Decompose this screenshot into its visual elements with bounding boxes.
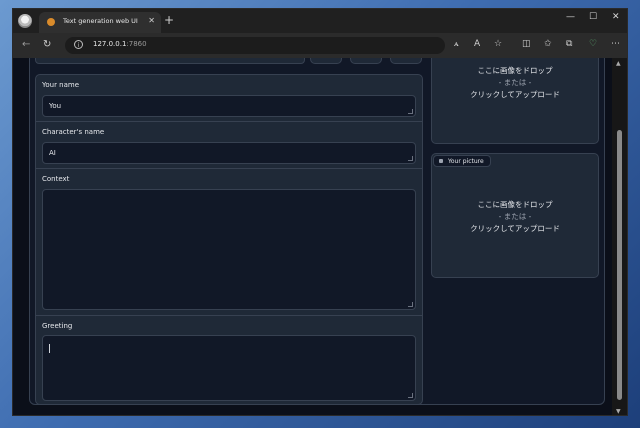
character-name-label: Character's name bbox=[42, 128, 105, 136]
your-name-input[interactable]: You bbox=[42, 95, 416, 117]
tab-title: Text generation web UI bbox=[63, 17, 138, 25]
resize-grip-icon[interactable] bbox=[408, 302, 413, 307]
more-menu-icon[interactable]: ⋯ bbox=[611, 39, 620, 49]
browser-window: Text generation web UI ✕ + — ☐ ✕ ← ↻ i 1… bbox=[12, 8, 628, 416]
page-scrollbar[interactable]: ▲ ▼ bbox=[612, 58, 627, 415]
url-text: 127.0.0.1:7860 bbox=[93, 40, 147, 48]
tab-bar: Text generation web UI ✕ + — ☐ ✕ bbox=[13, 9, 627, 33]
character-picture-dropzone[interactable]: ここに画像をドロップ - または - クリックしてアップロード bbox=[431, 58, 599, 144]
your-picture-dropzone[interactable]: Your picture ここに画像をドロップ - または - クリックしてアッ… bbox=[431, 153, 599, 278]
resize-grip-icon[interactable] bbox=[408, 393, 413, 398]
tab-close-icon[interactable]: ✕ bbox=[148, 16, 155, 25]
page-content: Your name You Character's name AI Contex… bbox=[13, 58, 613, 415]
favorite-star-icon[interactable]: ☆ bbox=[494, 39, 502, 49]
minimize-icon[interactable]: — bbox=[566, 12, 575, 22]
new-tab-icon[interactable]: + bbox=[164, 13, 174, 27]
context-textarea[interactable] bbox=[42, 189, 416, 310]
scroll-up-icon[interactable]: ▲ bbox=[616, 60, 621, 67]
resize-grip-icon[interactable] bbox=[408, 156, 413, 161]
collections-icon[interactable]: ⧉ bbox=[566, 39, 572, 49]
save-button[interactable] bbox=[350, 58, 382, 64]
back-icon[interactable]: ← bbox=[22, 39, 30, 50]
site-info-icon[interactable]: i bbox=[74, 40, 83, 49]
split-screen-icon[interactable]: ◫ bbox=[522, 39, 531, 49]
your-picture-label: Your picture bbox=[433, 155, 491, 167]
character-form: Your name You Character's name AI Contex… bbox=[35, 74, 423, 405]
favorites-icon[interactable]: ✩ bbox=[544, 39, 552, 49]
window-close-icon[interactable]: ✕ bbox=[612, 12, 620, 22]
browser-essentials-icon[interactable]: ♡ bbox=[589, 39, 597, 49]
maximize-icon[interactable]: ☐ bbox=[589, 12, 597, 22]
character-name-input[interactable]: AI bbox=[42, 142, 416, 164]
tab-favicon-icon bbox=[47, 18, 55, 26]
profile-avatar-icon[interactable] bbox=[18, 14, 32, 28]
context-label: Context bbox=[42, 175, 70, 183]
refresh-icon[interactable]: ↻ bbox=[43, 39, 51, 50]
greeting-label: Greeting bbox=[42, 322, 73, 330]
character-name-section: Character's name AI bbox=[36, 122, 422, 169]
greeting-textarea[interactable] bbox=[42, 335, 416, 401]
scroll-down-icon[interactable]: ▼ bbox=[616, 408, 621, 415]
delete-button[interactable] bbox=[390, 58, 422, 64]
resize-grip-icon[interactable] bbox=[408, 109, 413, 114]
top-dropdown[interactable] bbox=[35, 58, 305, 64]
scroll-thumb[interactable] bbox=[617, 130, 622, 400]
browser-tab[interactable]: Text generation web UI ✕ bbox=[39, 12, 161, 33]
your-name-section: Your name You bbox=[36, 75, 422, 122]
read-mode-icon[interactable]: ꭺ bbox=[454, 39, 459, 49]
refresh-button[interactable] bbox=[310, 58, 342, 64]
image-icon bbox=[439, 159, 443, 163]
your-name-label: Your name bbox=[42, 81, 80, 89]
read-aloud-icon[interactable]: A bbox=[474, 39, 480, 49]
context-section: Context bbox=[36, 169, 422, 316]
address-bar[interactable]: i 127.0.0.1:7860 bbox=[65, 37, 445, 54]
greeting-section: Greeting bbox=[36, 316, 422, 404]
address-toolbar: ← ↻ i 127.0.0.1:7860 ꭺ A ☆ ◫ ✩ ⧉ ♡ ⋯ bbox=[13, 33, 627, 58]
text-caret bbox=[49, 344, 50, 353]
